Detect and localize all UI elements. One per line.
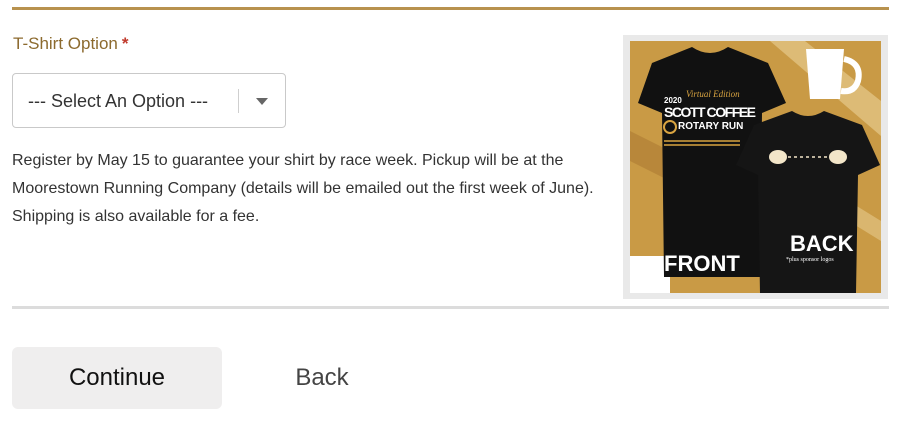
front-label: FRONT bbox=[664, 251, 740, 276]
field-label-text: T-Shirt Option bbox=[13, 34, 118, 53]
shirt-title-line2: ROTARY RUN bbox=[678, 121, 743, 132]
tshirt-image-frame: 2020 Virtual Edition SCOTT COFFEE ROTARY… bbox=[623, 35, 888, 299]
tshirt-image: 2020 Virtual Edition SCOTT COFFEE ROTARY… bbox=[630, 41, 881, 293]
tshirt-option-label: T-Shirt Option * bbox=[13, 34, 129, 54]
back-note: *plus sponsor logos bbox=[786, 257, 834, 263]
chevron-down-icon[interactable] bbox=[256, 98, 268, 105]
continue-button[interactable]: Continue bbox=[12, 347, 222, 409]
back-label: BACK bbox=[790, 231, 854, 256]
help-text: Register by May 15 to guarantee your shi… bbox=[12, 152, 594, 225]
top-divider bbox=[12, 7, 889, 10]
bottom-divider bbox=[12, 306, 889, 309]
badge-edition: Virtual Edition bbox=[686, 89, 740, 99]
shirt-title-line1: SCOTT COFFEE bbox=[664, 104, 756, 120]
tshirt-option-select[interactable]: --- Select An Option --- bbox=[12, 73, 286, 128]
back-button[interactable]: Back bbox=[262, 347, 382, 409]
select-value: --- Select An Option --- bbox=[28, 91, 209, 111]
required-asterisk: * bbox=[121, 34, 129, 53]
select-separator bbox=[238, 89, 239, 113]
